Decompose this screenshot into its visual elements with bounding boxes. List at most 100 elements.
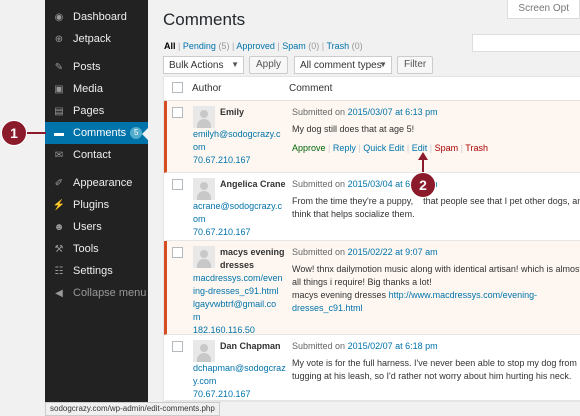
menu-label: Dashboard <box>73 11 127 23</box>
chevron-down-icon: ▼ <box>379 60 387 69</box>
menu-item-media[interactable]: ▣ Media <box>45 78 148 100</box>
comment-link[interactable]: http://www.macdressys.com/evening- <box>389 290 538 300</box>
status-filters: All | Pending (5) | Approved | Spam (0) … <box>164 41 363 51</box>
comment-line: all things i require! Big thanks a lot! <box>292 277 432 287</box>
comment-text: From the time they're a puppy, that peopl… <box>292 195 580 208</box>
menu-item-appearance[interactable]: ✐ Appearance <box>45 172 148 194</box>
comment-line: My vote is for the full harness. I've ne… <box>292 358 577 368</box>
callout-1: 1 <box>1 120 27 146</box>
comment-text-span: macys evening dresses <box>292 290 387 300</box>
collapse-menu-button[interactable]: ◀ Collapse menu <box>45 282 148 304</box>
menu-label: Media <box>73 83 103 95</box>
row-checkbox[interactable] <box>172 179 183 190</box>
comment-link[interactable]: dresses_c91.html <box>292 302 578 315</box>
menu-item-tools[interactable]: ⚒ Tools <box>45 238 148 260</box>
bulk-actions-value: Bulk Actions <box>169 60 224 71</box>
row-actions: Approve | Reply | Quick Edit | Edit | Sp… <box>292 142 578 155</box>
comment-date-link[interactable]: 2015/03/07 at 6:13 pm <box>348 107 438 117</box>
menu-label: Settings <box>73 265 113 277</box>
row-checkbox[interactable] <box>172 341 183 352</box>
row-checkbox[interactable] <box>172 247 183 258</box>
author-url-line: ing-dresses_c91.html <box>193 286 279 296</box>
column-comment[interactable]: Comment <box>287 83 580 94</box>
menu-item-pages[interactable]: ▤ Pages <box>45 100 148 122</box>
trash-link[interactable]: Trash <box>465 143 488 153</box>
author-url[interactable]: macdressys.com/even ing-dresses_c91.html <box>193 272 288 298</box>
plug-icon: ⚡ <box>52 199 66 211</box>
select-all-checkbox[interactable] <box>172 81 183 93</box>
author-email[interactable]: lgayvwbtrf@gmail.co m <box>193 298 288 324</box>
author-email[interactable]: acrane@sodogcrazy.c om <box>193 200 288 226</box>
avatar <box>193 106 215 128</box>
comment-text: My dog still does that at age 5! <box>292 124 415 134</box>
filter-spam[interactable]: Spam <box>282 41 306 51</box>
author-email-line: om <box>193 214 206 224</box>
filter-trash[interactable]: Trash <box>326 41 349 51</box>
row-checkbox[interactable] <box>172 107 183 118</box>
comment-date-link[interactable]: 2015/02/07 at 6:18 pm <box>348 341 438 351</box>
filter-button[interactable]: Filter <box>397 56 434 74</box>
menu-label: Appearance <box>73 177 133 189</box>
action-sep: | <box>328 143 331 153</box>
reply-link[interactable]: Reply <box>333 143 356 153</box>
pending-count: (5) <box>218 41 230 51</box>
avatar <box>193 178 215 200</box>
spam-count: (0) <box>308 41 320 51</box>
search-input[interactable] <box>472 34 580 52</box>
filter-sep: | <box>178 41 181 51</box>
comments-table: Author Comment Emily emilyh@sodogcrazy.c… <box>163 76 580 402</box>
table-row: Emily emilyh@sodogcrazy.c om 70.67.210.16… <box>164 101 580 173</box>
menu-label: Users <box>73 221 102 233</box>
spam-link[interactable]: Spam <box>435 143 459 153</box>
comment-line: macys evening dresses http://www.macdres… <box>292 289 578 302</box>
author-name-line: dresses <box>220 260 255 270</box>
media-icon: ▣ <box>54 83 64 95</box>
comment-bubble-icon: ▬ <box>54 127 64 139</box>
column-author[interactable]: Author <box>186 83 287 94</box>
menu-item-jetpack[interactable]: ⊕ Jetpack <box>45 28 148 50</box>
menu-item-users[interactable]: ☻ Users <box>45 216 148 238</box>
menu-label: Plugins <box>73 199 110 211</box>
author-email[interactable]: dchapman@sodogcraz y.com <box>193 362 288 388</box>
menu-item-settings[interactable]: ☷ Settings <box>45 260 148 282</box>
submitted-prefix: Submitted on <box>292 341 346 351</box>
menu-item-comments[interactable]: ▬ Comments 5 <box>45 122 148 144</box>
filter-approved[interactable]: Approved <box>236 41 275 51</box>
author-ip[interactable]: 70.67.210.167 <box>193 154 288 167</box>
table-row: Angelica Crane acrane@sodogcrazy.c om 70.… <box>164 173 580 241</box>
pushpin-icon: ✎ <box>54 61 64 73</box>
paintbrush-icon: ✐ <box>54 177 64 189</box>
menu-item-posts[interactable]: ✎ Posts <box>45 56 148 78</box>
action-sep: | <box>429 143 433 153</box>
action-sep: | <box>406 143 410 153</box>
approve-link[interactable]: Approve <box>292 143 326 153</box>
author-ip[interactable]: 70.67.210.167 <box>193 226 288 239</box>
envelope-icon: ✉ <box>54 149 64 161</box>
chevron-down-icon: ▼ <box>231 60 239 69</box>
comment-line: think that helps socialize them. <box>292 209 415 219</box>
author-ip[interactable]: 70.67.210.167 <box>193 388 288 401</box>
menu-item-dashboard[interactable]: ◉ Dashboard <box>45 6 148 28</box>
comment-date-link[interactable]: 2015/02/22 at 9:07 am <box>348 247 438 257</box>
menu-item-plugins[interactable]: ⚡ Plugins <box>45 194 148 216</box>
callout-2: 2 <box>410 172 436 198</box>
settings-icon: ☷ <box>54 265 64 277</box>
trash-count: (0) <box>351 41 363 51</box>
table-header: Author Comment <box>164 77 580 101</box>
jetpack-icon: ⊕ <box>54 33 64 45</box>
edit-link[interactable]: Edit <box>412 143 428 153</box>
author-name-line: macys evening <box>220 247 285 257</box>
screen-options-button[interactable]: Screen Opt <box>507 0 580 19</box>
menu-item-contact[interactable]: ✉ Contact <box>45 144 148 166</box>
submitted-on: Submitted on 2015/02/22 at 9:07 am <box>292 246 578 259</box>
bulk-actions-select[interactable]: Bulk Actions ▼ <box>163 56 244 74</box>
menu-label: Contact <box>73 149 111 161</box>
apply-button[interactable]: Apply <box>249 56 289 74</box>
comment-types-select[interactable]: All comment types ▼ <box>294 56 392 74</box>
filter-pending[interactable]: Pending <box>183 41 216 51</box>
author-email[interactable]: emilyh@sodogcrazy.c om <box>193 128 288 154</box>
menu-label: Comments <box>73 127 127 139</box>
filter-all[interactable]: All <box>164 41 176 51</box>
quick-edit-link[interactable]: Quick Edit <box>363 143 404 153</box>
avatar <box>193 340 215 362</box>
